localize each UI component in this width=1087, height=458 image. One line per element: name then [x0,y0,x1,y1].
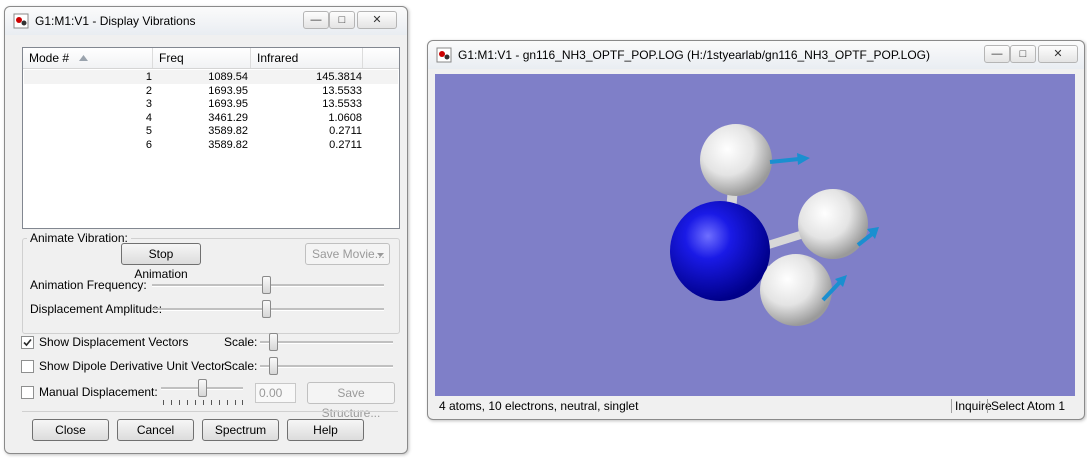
cell-ir: 0.2711 [329,138,362,151]
gaussview-app-icon [436,47,452,63]
cell-freq: 1693.95 [208,84,248,97]
action-status: Select Atom 1 [991,399,1066,413]
column-label: Mode # [29,51,70,65]
sort-ascending-icon [79,55,88,61]
table-row[interactable]: 5 3589.82 0.2711 [24,124,398,138]
nitrogen-atom[interactable] [670,201,770,301]
save-movie-label: Save Movie... [312,247,385,261]
dipole-scale-track[interactable] [260,365,393,368]
show-displacement-label: Show Displacement Vectors [39,335,189,349]
column-header-freq[interactable]: Freq [153,48,251,68]
molecule-view-window: G1:M1:V1 - gn116_NH3_OPTF_POP.LOG (H:/1s… [427,40,1085,420]
stop-animation-button[interactable]: Stop Animation [121,243,201,281]
close-window-button[interactable]: ✕ [357,11,397,29]
vector-h1 [769,157,800,164]
save-movie-button[interactable]: Save Movie... [305,243,390,265]
window-title: G1:M1:V1 - gn116_NH3_OPTF_POP.LOG (H:/1s… [458,48,930,62]
displacement-amplitude-label: Displacement Amplitude: [30,302,163,316]
cell-mode: 6 [145,138,152,151]
vector-arrowhead-h1 [797,153,810,165]
displacement-scale-label: Scale: [224,335,258,349]
displacement-amplitude-slider[interactable] [262,300,271,318]
table-header: Mode # Freq Infrared [23,48,399,69]
cell-freq: 1089.54 [208,71,248,83]
minimize-button[interactable]: — [303,11,329,29]
minimize-button[interactable]: — [984,45,1010,63]
separator [22,411,398,412]
dipole-scale-slider[interactable] [269,357,278,375]
maximize-button[interactable]: □ [329,11,355,29]
display-vibrations-window: G1:M1:V1 - Display Vibrations — □ ✕ Mode… [4,6,408,454]
manual-displacement-value-field[interactable]: 0.00 [255,383,296,403]
table-row[interactable]: 2 1693.95 13.5533 [24,84,398,98]
animation-frequency-label: Animation Frequency: [30,278,147,292]
dipole-scale-label: Scale: [224,359,258,373]
titlebar[interactable]: G1:M1:V1 - gn116_NH3_OPTF_POP.LOG (H:/1s… [428,41,1084,69]
cell-mode: 2 [145,84,152,97]
titlebar[interactable]: G1:M1:V1 - Display Vibrations — □ ✕ [5,7,407,35]
hydrogen-atom-3[interactable] [760,254,832,326]
cell-mode: 1 [145,71,152,83]
column-label: Infrared [257,51,299,65]
hydrogen-atom-1[interactable] [700,124,772,196]
cell-freq: 3461.29 [208,111,248,124]
checkmark-icon [23,338,32,347]
cell-freq: 1693.95 [208,98,248,110]
column-header-mode[interactable]: Mode # [23,48,153,68]
table-row[interactable]: 6 3589.82 0.2711 [24,138,398,152]
cell-mode: 5 [145,125,152,137]
table-row[interactable]: 3 1693.95 13.5533 [24,97,398,111]
cell-ir: 1.0608 [328,111,362,124]
manual-displacement-label: Manual Displacement: [39,385,158,399]
cell-freq: 3589.82 [208,138,248,151]
column-label: Freq [159,51,184,65]
maximize-button[interactable]: □ [1010,45,1036,63]
molecule-canvas[interactable] [435,74,1075,396]
help-button[interactable]: Help [287,419,364,441]
show-dipole-checkbox[interactable] [21,360,34,373]
table-row[interactable]: 4 3461.29 1.0608 [24,111,398,125]
status-separator [987,399,988,413]
cell-ir: 145.3814 [316,71,362,83]
manual-displacement-ticks [163,400,243,406]
status-separator [951,399,952,413]
status-bar: 4 atoms, 10 electrons, neutral, singlet … [435,397,1075,415]
cell-ir: 0.2711 [329,125,362,137]
vibration-table[interactable]: Mode # Freq Infrared 1 1089.54 145.3814 2 16… [22,47,400,229]
window-title: G1:M1:V1 - Display Vibrations [35,14,196,28]
close-window-button[interactable]: ✕ [1038,45,1078,63]
column-header-infrared[interactable]: Infrared [251,48,363,68]
dropdown-arrow-icon [377,253,384,257]
cell-mode: 3 [145,98,152,110]
cancel-button[interactable]: Cancel [117,419,194,441]
cell-ir: 13.5533 [322,84,362,97]
molecule-info-status: 4 atoms, 10 electrons, neutral, singlet [439,399,639,413]
displacement-scale-slider[interactable] [269,333,278,351]
cell-freq: 3589.82 [208,125,248,137]
animation-frequency-slider[interactable] [262,276,271,294]
show-dipole-label: Show Dipole Derivative Unit Vector [39,359,226,373]
close-button[interactable]: Close [32,419,109,441]
animate-vibration-label: Animate Vibration: [27,231,131,245]
show-displacement-checkbox[interactable] [21,336,34,349]
table-row[interactable]: 1 1089.54 145.3814 [24,70,398,84]
manual-displacement-slider[interactable] [198,379,207,397]
cell-mode: 4 [145,111,152,124]
displacement-scale-track[interactable] [260,341,393,344]
molecule-graphic[interactable] [435,74,1075,396]
hydrogen-atom-2[interactable] [798,189,868,259]
manual-displacement-checkbox[interactable] [21,386,34,399]
spectrum-button[interactable]: Spectrum [202,419,279,441]
save-structure-button[interactable]: Save Structure... [307,382,395,420]
gaussview-app-icon [13,13,29,29]
cell-ir: 13.5533 [322,98,362,110]
